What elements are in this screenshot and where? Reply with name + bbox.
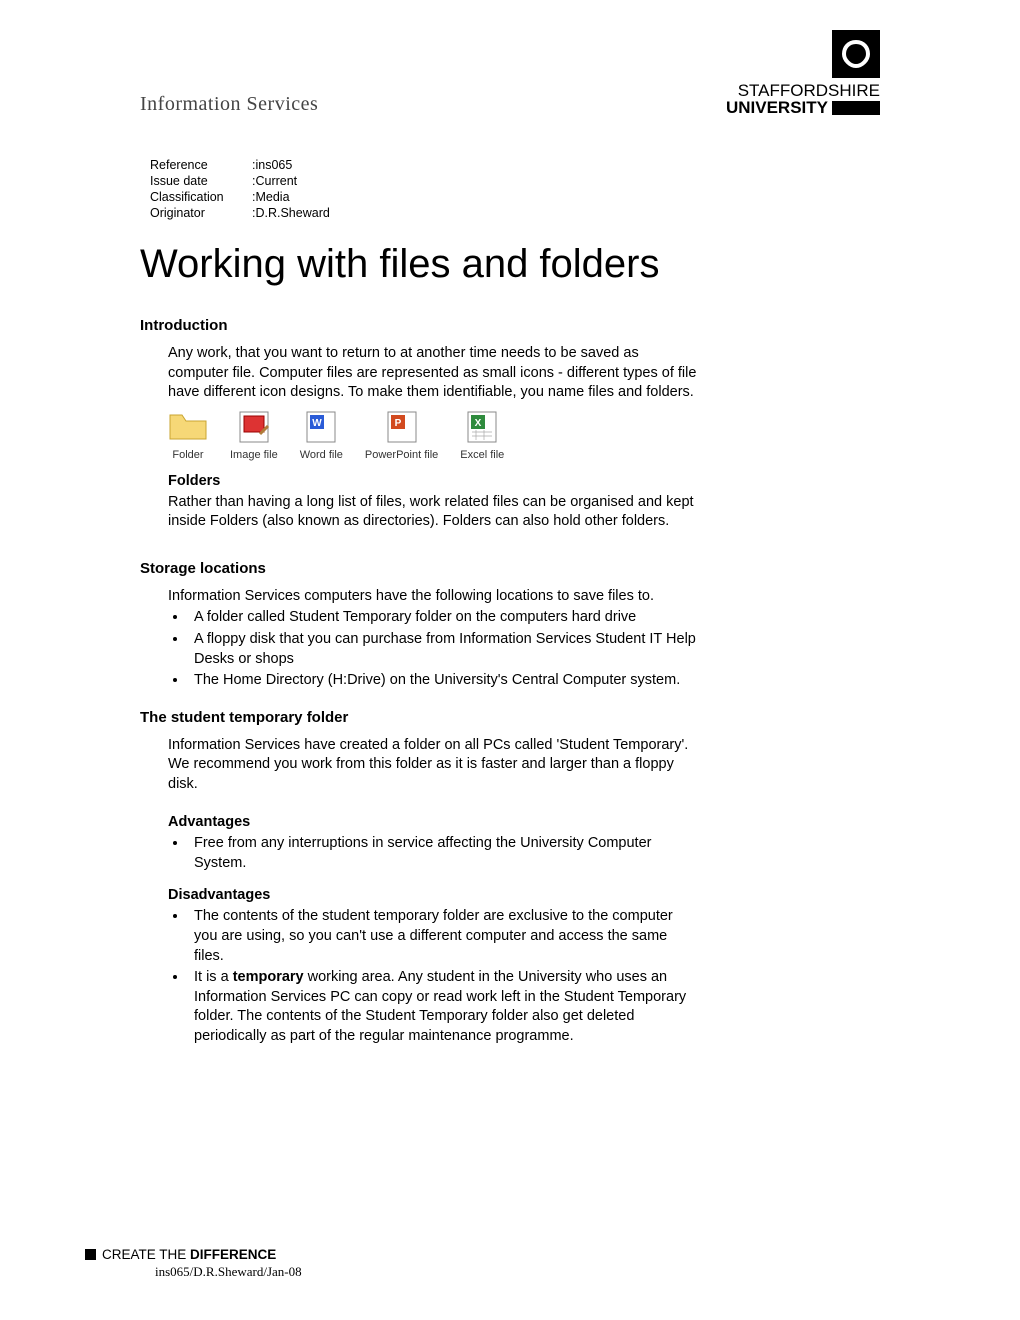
intro-paragraph: Any work, that you want to return to at … [168,344,698,403]
logo-bar-icon [832,101,880,115]
storage-paragraph: Information Services computers have the … [168,587,698,607]
disadvantages-subheading: Disadvantages [168,887,880,903]
meta-row: Classification:Media [150,190,330,204]
list-item: Free from any interruptions in service a… [188,834,698,873]
meta-value: :Current [252,174,330,188]
meta-label: Originator [150,206,250,220]
logo-text-line2: UNIVERSITY [726,99,880,116]
meta-row: Originator:D.R.Sheward [150,206,330,220]
meta-value: :Media [252,190,330,204]
page-header: Information Services STAFFORDSHIRE UNIVE… [140,30,880,116]
disadvantages-list: The contents of the student temporary fo… [188,907,698,1046]
university-logo: STAFFORDSHIRE UNIVERSITY [726,30,880,116]
meta-row: Issue date:Current [150,174,330,188]
icon-label: Folder [168,449,208,461]
temp-content: Information Services have created a fold… [168,736,880,1047]
excel-file-icon-cell: X Excel file [460,409,504,461]
footer-square-icon [85,1249,96,1260]
word-file-icon-cell: W Word file [300,409,343,461]
folder-icon-cell: Folder [168,409,208,461]
document-metadata: Reference:ins065Issue date:CurrentClassi… [148,156,332,222]
temp-para1: Information Services have created a fold… [168,736,698,756]
footer-tagline: CREATE THE DIFFERENCE [85,1247,302,1262]
svg-text:W: W [313,418,323,429]
image-file-icon [230,409,278,445]
meta-label: Issue date [150,174,250,188]
image-file-icon-cell: Image file [230,409,278,461]
temp-heading: The student temporary folder [140,709,880,726]
logo-text-line1: STAFFORDSHIRE [726,82,880,99]
folders-subheading: Folders [168,473,880,489]
meta-label: Reference [150,158,250,172]
icon-label: PowerPoint file [365,449,438,461]
powerpoint-file-icon: P [365,409,438,445]
storage-content: Information Services computers have the … [168,587,880,691]
icon-label: Excel file [460,449,504,461]
list-item: A floppy disk that you can purchase from… [188,630,698,669]
footer-reference: ins065/D.R.Sheward/Jan-08 [155,1264,302,1280]
intro-content: Any work, that you want to return to at … [168,344,880,532]
temp-para2: We recommend you work from this folder a… [168,755,698,794]
list-item: The contents of the student temporary fo… [188,907,698,966]
icon-label: Image file [230,449,278,461]
icon-label: Word file [300,449,343,461]
file-icons-row: Folder Image file W Word file P PowerPoint fi… [168,409,880,461]
powerpoint-file-icon-cell: P PowerPoint file [365,409,438,461]
folder-icon [168,409,208,445]
storage-list: A folder called Student Temporary folder… [188,608,698,690]
department-name: Information Services [140,93,318,116]
advantages-list: Free from any interruptions in service a… [188,834,698,873]
meta-value: :ins065 [252,158,330,172]
list-item: A folder called Student Temporary folder… [188,608,698,628]
list-item: It is a temporary working area. Any stud… [188,968,698,1046]
word-file-icon: W [300,409,343,445]
intro-heading: Introduction [140,317,880,334]
folders-paragraph: Rather than having a long list of files,… [168,493,698,532]
staffordshire-knot-icon [832,30,880,78]
excel-file-icon: X [460,409,504,445]
page-footer: CREATE THE DIFFERENCE ins065/D.R.Sheward… [85,1247,302,1280]
meta-value: :D.R.Sheward [252,206,330,220]
svg-text:X: X [475,418,482,429]
list-item: The Home Directory (H:Drive) on the Univ… [188,671,698,691]
advantages-subheading: Advantages [168,814,880,830]
meta-row: Reference:ins065 [150,158,330,172]
page-title: Working with files and folders [140,242,880,287]
storage-heading: Storage locations [140,560,880,577]
svg-text:P: P [394,418,401,429]
meta-label: Classification [150,190,250,204]
